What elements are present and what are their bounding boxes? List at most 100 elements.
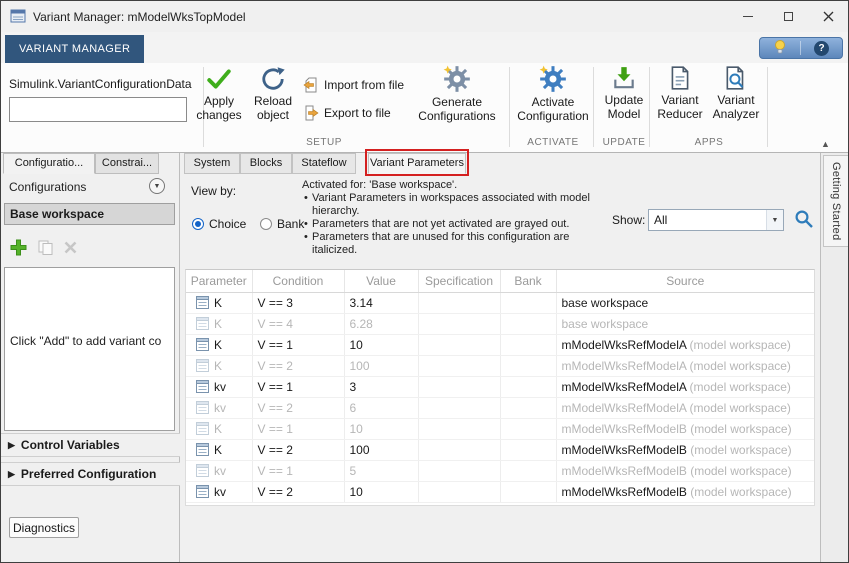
variant-analyzer-icon [724, 65, 748, 91]
tab-system[interactable]: System [184, 153, 240, 174]
tab-blocks[interactable]: Blocks [240, 153, 292, 174]
cell-specification [418, 481, 500, 502]
cell-bank [500, 481, 556, 502]
col-source[interactable]: Source [556, 270, 814, 292]
variant-configurations-list[interactable]: Click "Add" to add variant co [4, 267, 175, 431]
delete-configuration-button[interactable] [63, 240, 78, 258]
activate-configuration-button[interactable]: Activate Configuration [513, 65, 593, 123]
cell-specification [418, 376, 500, 397]
radio-choice-label: Choice [209, 217, 246, 231]
button-label: Update Model [597, 93, 651, 121]
col-parameter[interactable]: Parameter [186, 270, 252, 292]
export-to-file-button[interactable]: Export to file [303, 105, 391, 121]
info-text: Activated for: 'Base workspace'. Variant… [302, 179, 600, 257]
workspace-item-base-workspace[interactable]: Base workspace [4, 203, 175, 225]
import-from-file-button[interactable]: Import from file [303, 77, 404, 93]
reload-object-button[interactable]: Reload object [247, 66, 299, 122]
col-value[interactable]: Value [344, 270, 418, 292]
class-name-label: Simulink.VariantConfigurationData [9, 77, 192, 91]
button-label: Variant Analyzer [707, 93, 765, 121]
col-condition[interactable]: Condition [252, 270, 344, 292]
cell-bank [500, 334, 556, 355]
table-row[interactable]: KV == 2100mModelWksRefModelA (model work… [186, 355, 814, 376]
section-preferred-configuration[interactable]: ▶ Preferred Configuration [1, 462, 180, 486]
chevron-down-icon: ▼ [766, 210, 783, 230]
cell-parameter: K [186, 418, 252, 439]
tab-stateflow[interactable]: Stateflow [292, 153, 356, 174]
parameter-icon [196, 464, 209, 477]
tab-variant-parameters[interactable]: Variant Parameters [368, 153, 466, 174]
getting-started-tab[interactable]: Getting Started [823, 155, 849, 247]
table-row[interactable]: kvV == 13mModelWksRefModelA (model works… [186, 376, 814, 397]
copy-configuration-button[interactable] [37, 239, 54, 259]
right-sidebar: Getting Started [820, 153, 849, 563]
cell-parameter: kv [186, 481, 252, 502]
apply-changes-button[interactable]: Apply changes [193, 66, 245, 122]
activate-gear-icon [539, 65, 567, 93]
cell-value: 10 [344, 481, 418, 502]
cell-source: mModelWksRefModelB (model workspace) [556, 439, 814, 460]
col-specification[interactable]: Specification [418, 270, 500, 292]
reload-icon [260, 66, 286, 92]
cell-condition: V == 2 [252, 355, 344, 376]
info-bullet: Variant Parameters in workspaces associa… [302, 192, 600, 218]
add-configuration-button[interactable] [9, 238, 28, 260]
tab-variant-manager[interactable]: VARIANT MANAGER [5, 35, 144, 63]
table-row[interactable]: KV == 110mModelWksRefModelA (model works… [186, 334, 814, 355]
tab-configurations[interactable]: Configuratio... [3, 153, 95, 174]
table-row[interactable]: kvV == 210mModelWksRefModelB (model work… [186, 481, 814, 502]
col-bank[interactable]: Bank [500, 270, 556, 292]
update-model-button[interactable]: Update Model [597, 65, 651, 121]
radio-bank[interactable]: Bank [260, 217, 304, 231]
cell-specification [418, 460, 500, 481]
table-row[interactable]: KV == 2100mModelWksRefModelB (model work… [186, 439, 814, 460]
add-icon [9, 238, 28, 257]
window-controls [728, 1, 848, 32]
cell-condition: V == 2 [252, 481, 344, 502]
cell-condition: V == 2 [252, 397, 344, 418]
section-label-activate: ACTIVATE [513, 137, 593, 151]
table-row[interactable]: KV == 33.14base workspace [186, 292, 814, 313]
section-label: Control Variables [21, 438, 120, 452]
diagnostics-button[interactable]: Diagnostics [9, 517, 79, 538]
parameter-icon [196, 443, 209, 456]
cell-parameter: K [186, 292, 252, 313]
table-row[interactable]: KV == 46.28base workspace [186, 313, 814, 334]
minimize-button[interactable] [728, 1, 768, 32]
show-filter-dropdown[interactable]: All ▼ [648, 209, 784, 231]
variant-reducer-icon [668, 65, 692, 91]
generate-configurations-button[interactable]: Generate Configurations [415, 65, 499, 123]
table-row[interactable]: kvV == 15mModelWksRefModelB (model works… [186, 460, 814, 481]
parameter-icon [196, 401, 209, 414]
cell-bank [500, 397, 556, 418]
section-control-variables[interactable]: ▶ Control Variables [1, 433, 180, 457]
help-icon[interactable]: ? [814, 41, 829, 56]
cell-bank [500, 376, 556, 397]
collapse-ribbon-arrow[interactable]: ▲ [821, 139, 830, 149]
configurations-header: Configurations [9, 180, 86, 194]
info-bullet: Parameters that are not yet activated ar… [302, 218, 600, 231]
variant-analyzer-button[interactable]: Variant Analyzer [707, 65, 765, 121]
tab-constraints[interactable]: Constrai... [95, 153, 159, 174]
configurations-dropdown-button[interactable]: ▼ [149, 178, 165, 194]
close-button[interactable] [808, 1, 848, 32]
cell-value: 10 [344, 418, 418, 439]
maximize-icon [784, 12, 793, 21]
maximize-button[interactable] [768, 1, 808, 32]
lightbulb-icon[interactable] [773, 39, 787, 58]
radio-choice[interactable]: Choice [192, 217, 246, 231]
cell-specification [418, 439, 500, 460]
chevron-right-icon: ▶ [8, 469, 15, 480]
search-button[interactable] [792, 207, 816, 231]
table-row[interactable]: kvV == 26mModelWksRefModelA (model works… [186, 397, 814, 418]
cell-condition: V == 1 [252, 376, 344, 397]
table-row[interactable]: KV == 110mModelWksRefModelB (model works… [186, 418, 814, 439]
class-name-input[interactable] [9, 97, 187, 122]
cell-parameter: K [186, 439, 252, 460]
import-icon [303, 77, 319, 93]
variant-reducer-button[interactable]: Variant Reducer [653, 65, 707, 121]
minimize-icon [743, 16, 753, 17]
table-header-row: Parameter Condition Value Specification … [186, 270, 814, 292]
empty-list-text: Click "Add" to add variant co [10, 334, 161, 348]
cell-condition: V == 2 [252, 439, 344, 460]
